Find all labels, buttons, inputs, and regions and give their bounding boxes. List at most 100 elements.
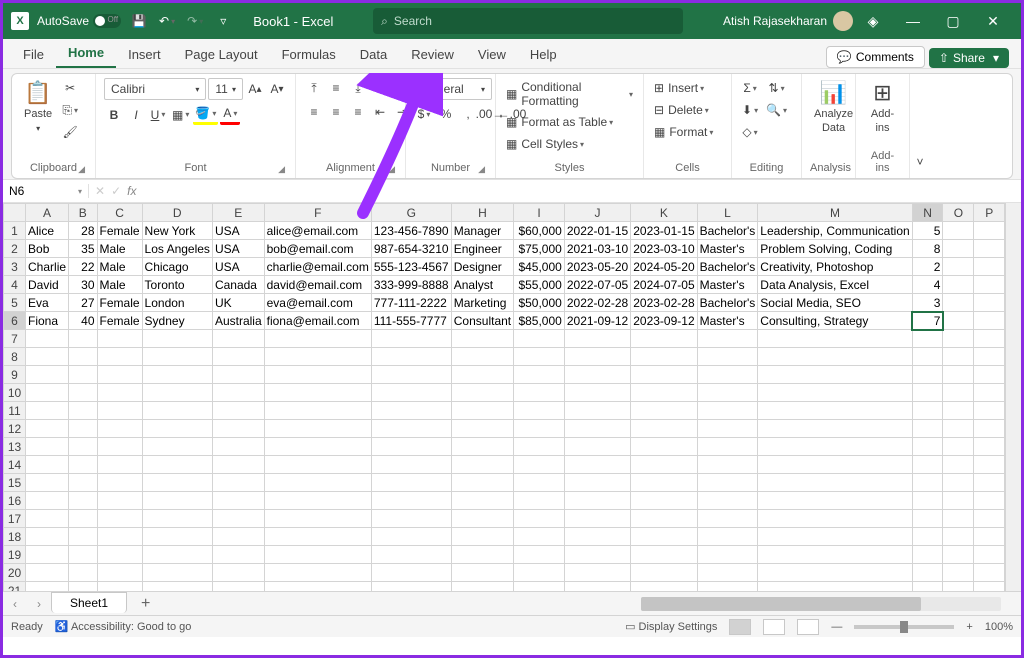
cell-D15[interactable] — [142, 474, 212, 492]
cell-C12[interactable] — [97, 420, 142, 438]
cell-F5[interactable]: eva@email.com — [264, 294, 371, 312]
cell-L10[interactable] — [697, 384, 758, 402]
cell-E6[interactable]: Australia — [212, 312, 264, 330]
number-format-select[interactable]: General▾ — [414, 78, 492, 100]
cell-D11[interactable] — [142, 402, 212, 420]
format-painter-button[interactable]: 🖌 — [60, 122, 80, 142]
cell-H2[interactable]: Engineer — [451, 240, 513, 258]
cell-E16[interactable] — [212, 492, 264, 510]
cell-M7[interactable] — [758, 330, 912, 348]
cell-F18[interactable] — [264, 528, 371, 546]
cell-O7[interactable] — [943, 330, 974, 348]
cell-H8[interactable] — [451, 348, 513, 366]
column-header-B[interactable]: B — [69, 204, 98, 222]
cell-F2[interactable]: bob@email.com — [264, 240, 371, 258]
cell-C10[interactable] — [97, 384, 142, 402]
cell-N7[interactable] — [912, 330, 943, 348]
cell-E19[interactable] — [212, 546, 264, 564]
tab-review[interactable]: Review — [399, 41, 466, 68]
cell-C17[interactable] — [97, 510, 142, 528]
cell-D17[interactable] — [142, 510, 212, 528]
cell-H19[interactable] — [451, 546, 513, 564]
cell-D8[interactable] — [142, 348, 212, 366]
cell-F7[interactable] — [264, 330, 371, 348]
row-header-6[interactable]: 6 — [4, 312, 26, 330]
cell-F17[interactable] — [264, 510, 371, 528]
cell-B17[interactable] — [69, 510, 98, 528]
cell-C18[interactable] — [97, 528, 142, 546]
cell-P1[interactable] — [974, 222, 1005, 240]
cell-E1[interactable]: USA — [212, 222, 264, 240]
column-header-I[interactable]: I — [514, 204, 565, 222]
cell-P9[interactable] — [974, 366, 1005, 384]
cell-E17[interactable] — [212, 510, 264, 528]
cut-button[interactable]: ✂ — [60, 78, 80, 98]
redo-button[interactable]: ↷ — [185, 11, 205, 31]
cell-G9[interactable] — [371, 366, 451, 384]
cell-K20[interactable] — [631, 564, 697, 582]
cell-K12[interactable] — [631, 420, 697, 438]
cell-I2[interactable]: $75,000 — [514, 240, 565, 258]
column-header-F[interactable]: F — [264, 204, 371, 222]
cell-M9[interactable] — [758, 366, 912, 384]
cell-N6[interactable]: 7 — [912, 312, 943, 330]
row-header-20[interactable]: 20 — [4, 564, 26, 582]
underline-button[interactable]: U — [148, 105, 168, 125]
cell-K21[interactable] — [631, 582, 697, 592]
cell-L2[interactable]: Master's — [697, 240, 758, 258]
cancel-formula-icon[interactable]: ✕ — [95, 184, 105, 198]
cell-I6[interactable]: $85,000 — [514, 312, 565, 330]
clear-button[interactable]: ◇ — [740, 122, 760, 142]
column-header-C[interactable]: C — [97, 204, 142, 222]
cell-B5[interactable]: 27 — [69, 294, 98, 312]
cell-A12[interactable] — [26, 420, 69, 438]
increase-font-button[interactable]: A▴ — [245, 79, 265, 99]
cell-H5[interactable]: Marketing — [451, 294, 513, 312]
cell-D21[interactable] — [142, 582, 212, 592]
cell-F19[interactable] — [264, 546, 371, 564]
cell-E12[interactable] — [212, 420, 264, 438]
align-center-button[interactable]: ≡ — [326, 102, 346, 122]
cell-L1[interactable]: Bachelor's — [697, 222, 758, 240]
cell-F12[interactable] — [264, 420, 371, 438]
cell-K4[interactable]: 2024-07-05 — [631, 276, 697, 294]
cell-D7[interactable] — [142, 330, 212, 348]
cell-B7[interactable] — [69, 330, 98, 348]
tab-help[interactable]: Help — [518, 41, 569, 68]
cell-L17[interactable] — [697, 510, 758, 528]
column-header-D[interactable]: D — [142, 204, 212, 222]
border-button[interactable]: ▦ — [170, 105, 191, 125]
cell-H13[interactable] — [451, 438, 513, 456]
cell-H4[interactable]: Analyst — [451, 276, 513, 294]
cell-F10[interactable] — [264, 384, 371, 402]
cell-B2[interactable]: 35 — [69, 240, 98, 258]
cell-B19[interactable] — [69, 546, 98, 564]
cell-G6[interactable]: 111-555-7777 — [371, 312, 451, 330]
cell-A9[interactable] — [26, 366, 69, 384]
cell-O8[interactable] — [943, 348, 974, 366]
cell-O12[interactable] — [943, 420, 974, 438]
cell-J21[interactable] — [564, 582, 630, 592]
cell-H11[interactable] — [451, 402, 513, 420]
row-header-14[interactable]: 14 — [4, 456, 26, 474]
cell-L8[interactable] — [697, 348, 758, 366]
cell-H3[interactable]: Designer — [451, 258, 513, 276]
cell-G18[interactable] — [371, 528, 451, 546]
cell-M10[interactable] — [758, 384, 912, 402]
cell-B9[interactable] — [69, 366, 98, 384]
cell-K19[interactable] — [631, 546, 697, 564]
share-button[interactable]: ⇧Share▾ — [929, 48, 1009, 68]
cell-A1[interactable]: Alice — [26, 222, 69, 240]
column-header-E[interactable]: E — [212, 204, 264, 222]
cell-O9[interactable] — [943, 366, 974, 384]
cell-K18[interactable] — [631, 528, 697, 546]
cell-F4[interactable]: david@email.com — [264, 276, 371, 294]
cell-D6[interactable]: Sydney — [142, 312, 212, 330]
font-size-select[interactable]: 11▾ — [208, 78, 243, 100]
cell-C5[interactable]: Female — [97, 294, 142, 312]
zoom-out-button[interactable]: — — [831, 621, 842, 633]
cell-O14[interactable] — [943, 456, 974, 474]
accounting-button[interactable]: $ — [414, 104, 434, 124]
cell-I18[interactable] — [514, 528, 565, 546]
cell-L19[interactable] — [697, 546, 758, 564]
